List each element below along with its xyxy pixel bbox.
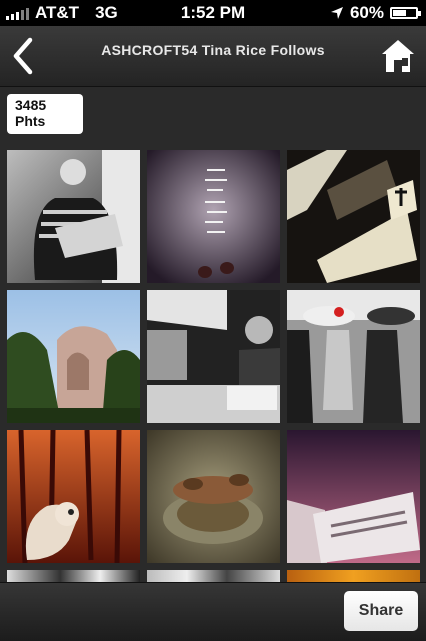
location-arrow-icon: [330, 7, 343, 19]
photo-tile[interactable]: [287, 150, 420, 283]
battery-icon: [390, 7, 421, 19]
photo-tile[interactable]: [7, 150, 140, 283]
photo-tile[interactable]: [7, 430, 140, 563]
status-bar: AT&T 3G 1:52 PM 60%: [0, 0, 426, 26]
photo-woman-reading: [7, 150, 140, 283]
photo-tile[interactable]: [287, 570, 420, 582]
photo-count-value: 3485: [15, 97, 47, 113]
photo-partial: [7, 570, 140, 582]
photo-dog-red-forest: [7, 430, 140, 563]
photo-count-badge: 3485 Phts: [7, 94, 83, 134]
photo-rusty-hydrant: [147, 430, 280, 563]
photo-sidewalk-text: [147, 150, 280, 283]
bottom-toolbar: Share: [0, 582, 426, 641]
status-right: 60%: [330, 3, 421, 23]
chevron-left-icon: [13, 37, 33, 75]
photo-tile[interactable]: [7, 570, 140, 582]
photo-count-unit: Phts: [15, 113, 46, 129]
photo-street-umbrellas: [287, 290, 420, 423]
home-button[interactable]: [380, 36, 416, 76]
photo-partial: [287, 570, 420, 582]
home-icon: [382, 40, 414, 72]
photo-partial: [147, 570, 280, 582]
photo-grid: [0, 148, 426, 582]
photo-tile[interactable]: [147, 290, 280, 423]
photo-man-at-counter: [147, 290, 280, 423]
photo-tile[interactable]: [287, 290, 420, 423]
photo-tile[interactable]: [147, 150, 280, 283]
navigation-bar: ASHCROFT54 Tina Rice Follows: [0, 26, 426, 87]
page-title: ASHCROFT54 Tina Rice Follows: [101, 42, 325, 58]
photo-tile[interactable]: [7, 290, 140, 423]
share-button[interactable]: Share: [344, 591, 418, 631]
photo-tile[interactable]: [147, 430, 280, 563]
photo-building-trees: [7, 290, 140, 423]
photo-tile[interactable]: [147, 570, 280, 582]
back-button[interactable]: [6, 34, 42, 78]
photo-photographer-magazine: [287, 430, 420, 563]
photo-tile[interactable]: [287, 430, 420, 563]
photo-chinatown-signs: [287, 150, 420, 283]
battery-percent: 60%: [349, 3, 384, 22]
